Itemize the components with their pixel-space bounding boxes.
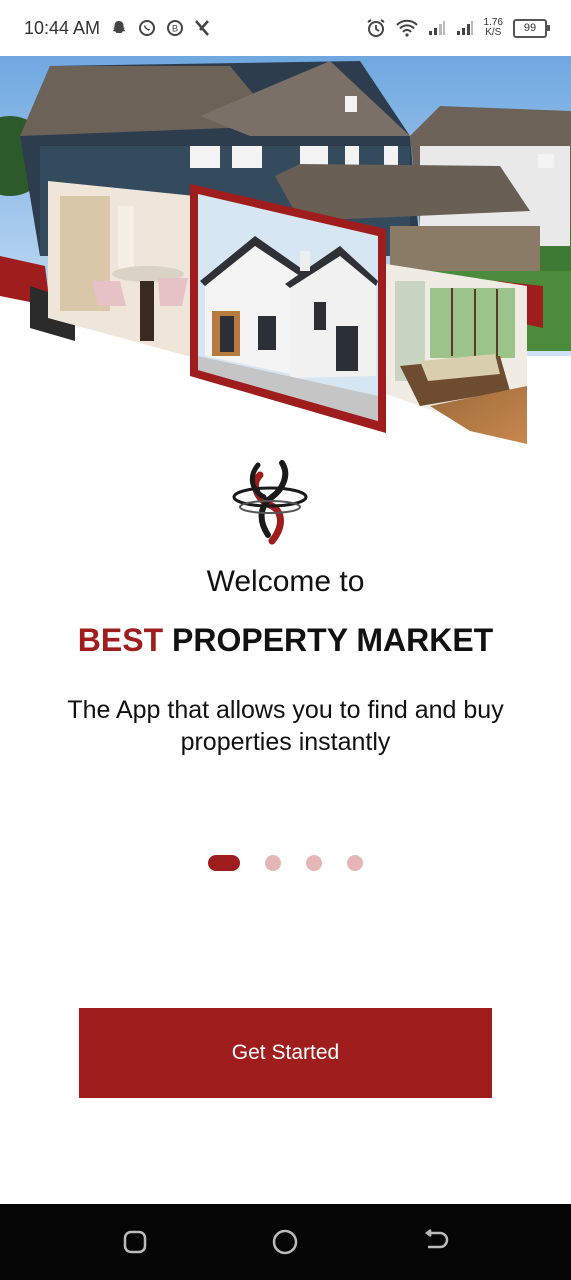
svg-text:B: B (172, 24, 178, 34)
hero-image (0, 56, 571, 456)
get-started-button[interactable]: Get Started (79, 1008, 492, 1098)
net-speed-unit: K/S (485, 27, 502, 38)
signal-icon-2 (456, 20, 474, 36)
brand-rest: PROPERTY MARKET (163, 622, 494, 658)
page-dot-4[interactable] (347, 855, 363, 871)
x-app-icon (194, 19, 210, 37)
snapchat-icon (110, 19, 128, 37)
tagline: The App that allows you to find and buy … (67, 696, 504, 756)
status-time: 10:44 AM (24, 17, 101, 38)
page-indicator (208, 854, 363, 872)
recent-apps-icon[interactable] (115, 1222, 155, 1262)
system-nav-bar (0, 1204, 571, 1280)
brand-logo-icon (230, 455, 312, 553)
alarm-icon (366, 18, 386, 38)
home-icon[interactable] (265, 1222, 305, 1262)
page-dot-3[interactable] (306, 855, 322, 871)
page-dot-2[interactable] (265, 855, 281, 871)
status-bar: 10:44 AM B 1.76 K/S 99 (0, 0, 571, 56)
net-speed: 1.76 K/S (484, 18, 503, 38)
battery-level: 99 (523, 22, 537, 34)
back-icon[interactable] (416, 1222, 456, 1262)
brand-accent: BEST (77, 622, 164, 658)
whatsapp-icon (138, 19, 156, 37)
page-dot-1[interactable] (208, 855, 240, 871)
wifi-icon (395, 19, 418, 37)
status-right: 1.76 K/S 99 (366, 18, 550, 38)
status-left: 10:44 AM B (24, 18, 210, 39)
welcome-text: Welcome to (206, 565, 365, 598)
signal-icon (428, 20, 446, 36)
business-chat-icon: B (166, 19, 184, 37)
brand-name: BEST PROPERTY MARKET (0, 622, 571, 659)
battery-icon: 99 (513, 18, 550, 38)
